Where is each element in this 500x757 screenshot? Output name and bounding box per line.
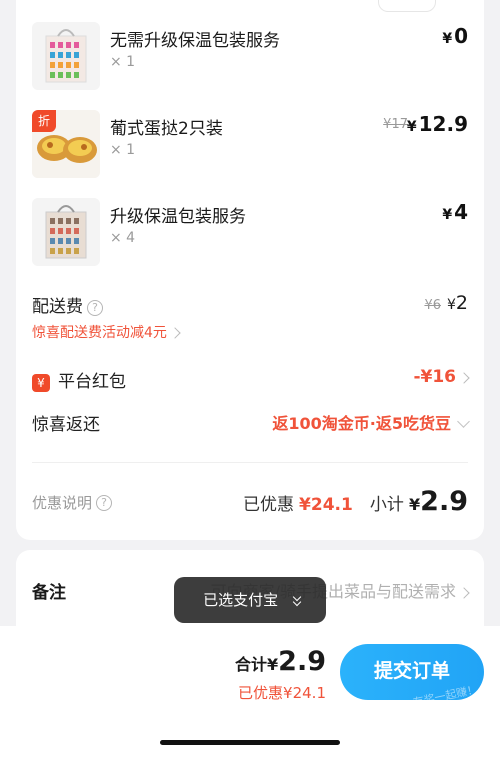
- bag-image-icon: [45, 29, 87, 83]
- delivery-original-fee: ¥6: [424, 298, 441, 313]
- payment-method-text: 已选支付宝: [203, 591, 279, 609]
- item-price-value: 4: [454, 200, 468, 224]
- delivery-fee-value: ¥6 ¥2: [424, 292, 468, 314]
- chevron-right-icon: [458, 371, 470, 384]
- red-packet-value: -¥16: [413, 367, 470, 387]
- discount-note-label: 优惠说明: [32, 494, 93, 512]
- order-item: 折 葡式蛋挞2只装 × 1 ¥17 ¥12.9: [16, 110, 484, 180]
- order-summary: 优惠说明? 已优惠 ¥24.1 小计 ¥2.9: [32, 486, 468, 522]
- item-thumbnail: [32, 22, 100, 90]
- total-value: 2.9: [278, 646, 326, 677]
- item-price-value: 0: [454, 24, 468, 48]
- order-item: 无需升级保温包装服务 × 1 ¥0: [16, 22, 484, 92]
- currency-symbol: ¥: [442, 207, 453, 223]
- saved-amount: 已优惠¥24.1: [238, 684, 326, 702]
- chevron-right-icon: [458, 586, 470, 599]
- bag-image-icon: [45, 205, 87, 259]
- item-qty: × 4: [110, 230, 136, 246]
- discount-tag: 折: [32, 110, 56, 132]
- item-name: 无需升级保温包装服务: [110, 31, 280, 51]
- currency-symbol: ¥: [442, 31, 453, 47]
- chevron-down-icon: [292, 597, 302, 607]
- summary-values: 已优惠 ¥24.1 小计 ¥2.9: [243, 486, 468, 517]
- item-price: ¥12.9: [407, 112, 468, 136]
- red-packet-amount: -¥16: [413, 367, 456, 387]
- currency-symbol: ¥: [409, 495, 421, 514]
- red-packet-icon: ¥: [32, 373, 50, 392]
- cashback-text: 返100淘金币·返5吃货豆: [272, 414, 451, 433]
- currency-symbol: ¥: [406, 119, 417, 135]
- help-icon[interactable]: ?: [87, 299, 103, 316]
- delivery-fee-price: 2: [455, 292, 468, 314]
- item-price: ¥0: [442, 24, 468, 48]
- subtotal-value: 2.9: [420, 486, 468, 517]
- item-name: 葡式蛋挞2只装: [110, 119, 223, 139]
- top-chip: [378, 0, 436, 12]
- item-qty: × 1: [110, 54, 136, 70]
- discount-label: 已优惠: [242, 495, 294, 515]
- currency-symbol: ¥: [446, 297, 456, 313]
- item-thumbnail: [32, 198, 100, 266]
- order-card: 无需升级保温包装服务 × 1 ¥0 折 葡式蛋挞2只装 × 1 ¥17 ¥12.…: [16, 0, 484, 540]
- item-original-price: ¥17: [383, 117, 408, 132]
- item-price-value: 12.9: [418, 112, 468, 136]
- total-amount: 合计¥2.9: [235, 646, 326, 677]
- remark-label: 备注: [32, 583, 66, 603]
- item-name: 升级保温包装服务: [110, 207, 246, 227]
- delivery-fee-label: 配送费: [32, 297, 83, 317]
- red-packet-label: 平台红包: [58, 372, 126, 392]
- home-indicator: [160, 740, 340, 745]
- total-label: 合计: [235, 655, 268, 674]
- divider: [32, 462, 468, 463]
- item-qty: × 1: [110, 142, 136, 158]
- item-price: ¥4: [442, 200, 468, 224]
- payment-method-toast[interactable]: 已选支付宝: [174, 577, 326, 623]
- delivery-fee-row[interactable]: 配送费? ¥6 ¥2: [32, 292, 468, 317]
- order-item: 升级保温包装服务 × 4 ¥4: [16, 198, 484, 268]
- cashback-label: 惊喜返还: [32, 415, 100, 435]
- delivery-promo-link[interactable]: 惊喜配送费活动减4元: [32, 322, 181, 342]
- discount-value: ¥24.1: [299, 495, 353, 515]
- cashback-value: 返100淘金币·返5吃货豆: [272, 410, 470, 434]
- red-packet-row[interactable]: ¥ 平台红包 -¥16: [32, 367, 470, 393]
- delivery-promo-text: 惊喜配送费活动减4元: [32, 325, 167, 341]
- subtotal-label: 小计: [369, 495, 404, 515]
- help-icon[interactable]: ?: [96, 494, 113, 511]
- currency-symbol: ¥: [267, 655, 279, 674]
- cashback-row[interactable]: 惊喜返还 返100淘金币·返5吃货豆: [32, 410, 470, 436]
- chevron-down-icon: [457, 415, 470, 428]
- chevron-right-icon: [169, 327, 181, 339]
